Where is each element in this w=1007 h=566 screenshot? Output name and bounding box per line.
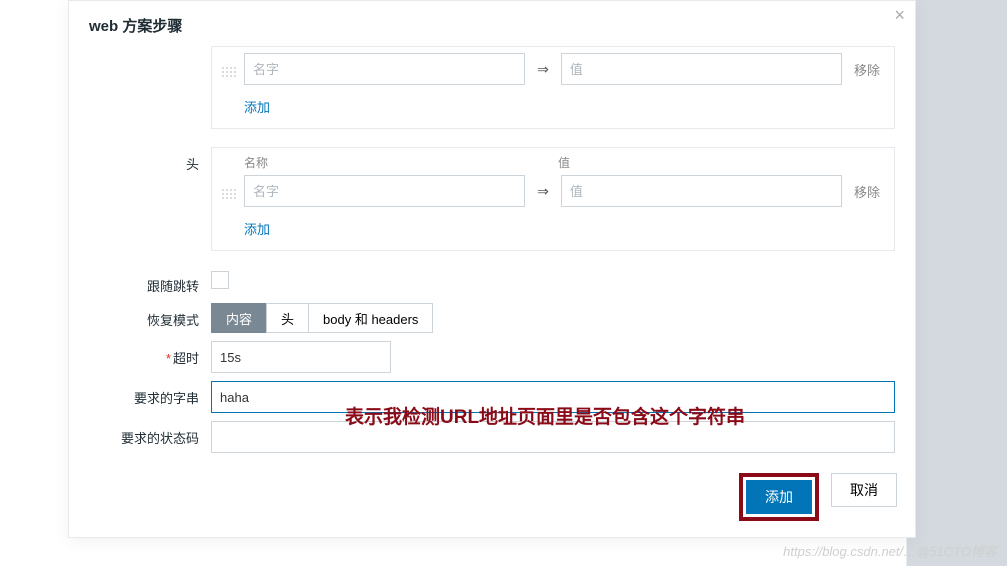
status-codes-label: 要求的状态码 xyxy=(89,421,211,447)
timeout-label: *超时 xyxy=(89,341,211,367)
variable-remove-link[interactable]: 移除 xyxy=(850,60,884,79)
arrow-icon: ⇒ xyxy=(533,61,553,78)
follow-redirects-label: 跟随跳转 xyxy=(89,269,211,295)
header-name-input[interactable] xyxy=(244,175,525,207)
submit-button[interactable]: 添加 xyxy=(746,480,812,514)
modal-footer: 添加 取消 xyxy=(69,465,915,537)
header-col-name: 名称 xyxy=(222,154,502,171)
drag-handle-icon[interactable] xyxy=(222,61,236,77)
header-add-link[interactable]: 添加 xyxy=(244,219,270,238)
modal-header: web 方案步骤 × xyxy=(69,1,915,42)
headers-label: 头 xyxy=(89,147,211,173)
submit-highlight-box: 添加 xyxy=(739,473,819,521)
retrieve-mode-label: 恢复模式 xyxy=(89,303,211,329)
retrieve-mode-both[interactable]: body 和 headers xyxy=(308,303,433,333)
retrieve-mode-content[interactable]: 内容 xyxy=(211,303,267,333)
cancel-button[interactable]: 取消 xyxy=(831,473,897,507)
variable-value-input[interactable] xyxy=(561,53,842,85)
close-icon[interactable]: × xyxy=(894,5,905,26)
status-codes-input[interactable] xyxy=(211,421,895,453)
variable-add-link[interactable]: 添加 xyxy=(244,97,270,116)
header-value-input[interactable] xyxy=(561,175,842,207)
variables-label xyxy=(89,46,211,53)
drag-handle-icon[interactable] xyxy=(222,183,236,199)
web-scenario-step-modal: web 方案步骤 × ⇒ 移除 添加 头 xyxy=(68,0,916,538)
retrieve-mode-group: 内容 头 body 和 headers xyxy=(211,303,895,333)
header-col-value: 值 xyxy=(558,154,570,171)
arrow-icon: ⇒ xyxy=(533,183,553,200)
header-remove-link[interactable]: 移除 xyxy=(850,182,884,201)
timeout-input[interactable] xyxy=(211,341,391,373)
follow-redirects-checkbox[interactable] xyxy=(211,271,229,289)
variable-name-input[interactable] xyxy=(244,53,525,85)
retrieve-mode-headers[interactable]: 头 xyxy=(266,303,309,333)
modal-title: web 方案步骤 xyxy=(89,18,182,35)
required-string-label: 要求的字串 xyxy=(89,381,211,407)
required-string-input[interactable] xyxy=(211,381,895,413)
